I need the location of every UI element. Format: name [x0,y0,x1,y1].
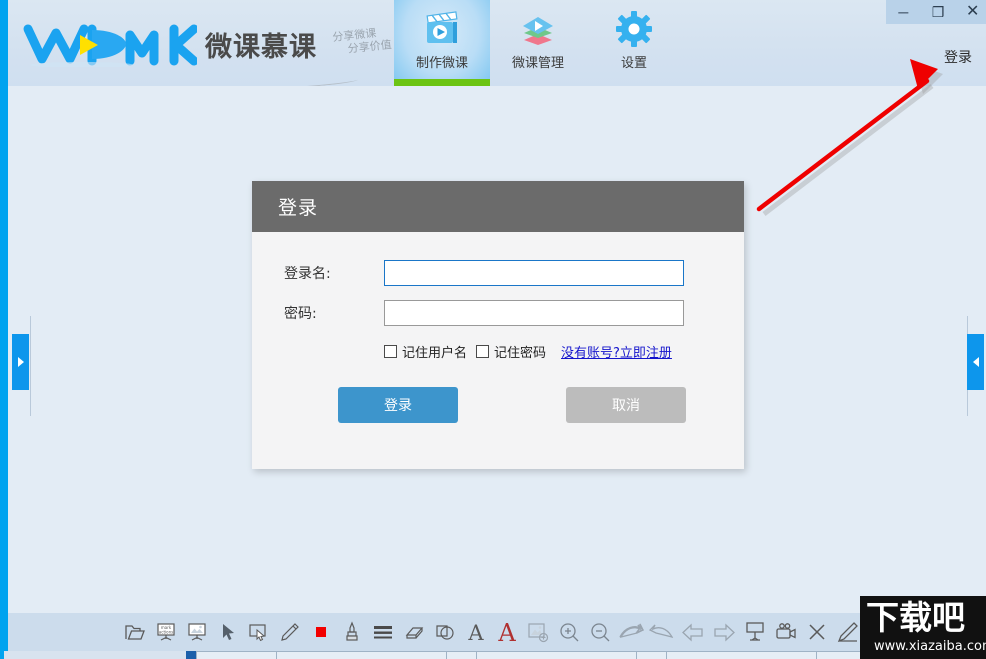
svg-text:actions: actions [159,630,173,635]
strip-segment [816,651,986,659]
gear-icon [613,10,655,48]
password-label: 密码: [284,303,384,323]
tab-manage-course-label: 微课管理 [512,52,564,71]
hand-select-icon[interactable] [246,618,272,646]
insert-image-icon[interactable] [525,618,551,646]
color-swatch-red-icon[interactable] [308,618,334,646]
login-name-row: 登录名: [252,260,744,286]
text-a-icon[interactable]: A [463,618,489,646]
prev-page-icon[interactable] [680,618,706,646]
mark-actions-icon[interactable]: mark actions [153,618,179,646]
workspace-area: 登录 登录名: 密码: 记住用户名 [8,86,986,613]
undo-icon[interactable] [649,618,675,646]
remember-username-checkbox[interactable]: 记住用户名 [384,342,467,361]
login-submit-button[interactable]: 登录 [338,387,458,423]
zoom-in-icon[interactable] [556,618,582,646]
background-window-strip [4,651,986,659]
minimize-button[interactable]: ─ [888,1,918,23]
close-button[interactable]: ✕ [958,1,986,23]
pen-icon[interactable] [277,618,303,646]
taskbar-accent [186,651,196,659]
remember-password-box[interactable] [476,345,489,358]
tab-create-course[interactable]: 制作微课 [394,0,490,86]
eraser-icon[interactable] [401,618,427,646]
header-bar: ─ ❒ ✕ 微课慕课 [8,0,986,86]
strip-segment [276,651,446,659]
login-dialog-title: 登录 [278,193,318,220]
tab-create-course-label: 制作微课 [416,52,468,71]
login-dialog-header: 登录 [252,181,744,232]
password-input[interactable] [384,300,684,326]
login-name-label: 登录名: [284,263,384,283]
zoom-out-icon[interactable] [587,618,613,646]
svg-text:A: A [497,620,516,644]
remember-password-label: 记住密码 [494,342,546,361]
layers-play-icon [517,10,559,48]
strip-segment [636,651,666,659]
text-a-red-icon[interactable]: A [494,618,520,646]
strip-segment [476,651,636,659]
cursor-arrow-icon[interactable] [215,618,241,646]
highlighter-icon[interactable] [339,618,365,646]
password-row: 密码: [252,300,744,326]
chevron-left-icon [973,357,979,367]
register-link[interactable]: 没有账号?立即注册 [561,342,672,361]
close-x-icon[interactable] [804,618,830,646]
main-navigation: 制作微课 微课管理 [394,0,682,86]
strip-segment [196,651,276,659]
tab-settings-label: 设置 [621,52,647,71]
panel-toggle-left[interactable] [12,334,29,390]
whiteboard-icon[interactable] [742,618,768,646]
strip-segment [666,651,816,659]
login-name-input[interactable] [384,260,684,286]
drawing-toolbar: mark actions [8,613,986,651]
wmk-logo-icon [22,21,197,67]
remember-username-box[interactable] [384,345,397,358]
login-dialog-buttons: 登录 取消 [252,387,744,423]
maximize-button[interactable]: ❒ [923,1,953,23]
redo-icon[interactable] [618,618,644,646]
login-dialog-body: 登录名: 密码: 记住用户名 记住密码 没有账号?立 [252,232,744,469]
clapperboard-play-icon [421,10,463,48]
next-page-icon[interactable] [711,618,737,646]
login-cancel-button[interactable]: 取消 [566,387,686,423]
presentation-image-icon[interactable] [184,618,210,646]
remember-password-checkbox[interactable]: 记住密码 [476,342,546,361]
remember-username-label: 记住用户名 [402,342,467,361]
camera-icon[interactable] [773,618,799,646]
strip-segment [446,651,476,659]
brand-logo: 微课慕课 分享微课 分享价值 [22,18,391,70]
open-folder-icon[interactable] [122,618,148,646]
shapes-icon[interactable] [432,618,458,646]
window-controls: ─ ❒ ✕ [886,0,986,24]
brand-slogan: 分享微课 分享价值 [332,25,392,57]
login-dialog: 登录 登录名: 密码: 记住用户名 [252,181,744,469]
chevron-right-icon [18,357,24,367]
svg-text:A: A [467,621,484,643]
panel-toggle-right[interactable] [967,334,984,390]
application-window: ─ ❒ ✕ 微课慕课 [0,0,986,659]
tab-manage-course[interactable]: 微课管理 [490,0,586,86]
tab-settings[interactable]: 设置 [586,0,682,86]
pencil-edit-icon[interactable] [835,618,861,646]
brand-name-cn: 微课慕课 [205,25,317,64]
lines-icon[interactable] [370,618,396,646]
login-options-row: 记住用户名 记住密码 没有账号?立即注册 [252,342,744,361]
header-login-link[interactable]: 登录 [944,47,972,67]
left-rail-divider [30,316,31,416]
